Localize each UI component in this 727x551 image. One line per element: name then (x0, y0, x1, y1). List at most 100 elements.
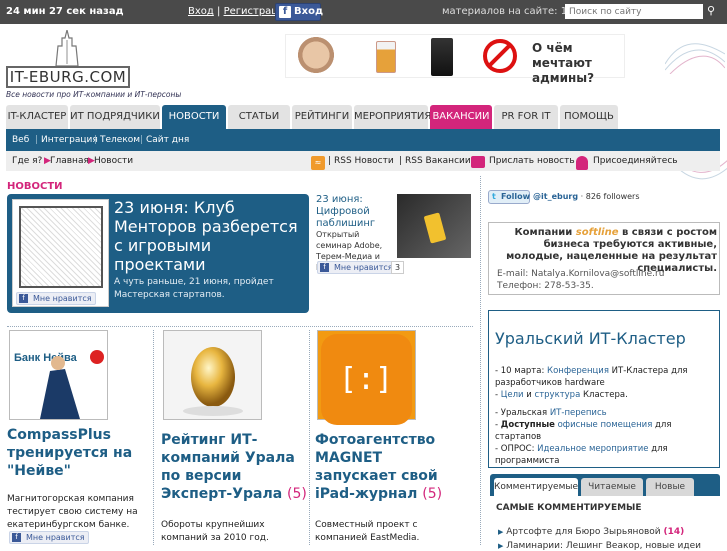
list-item[interactable]: ▶ Артсофте для Бюро Зырьяновой (14) (498, 527, 684, 537)
logo-tagline: Все новости про ИТ-компании и ИТ-персоны (6, 90, 182, 99)
decorative-swirl-icon (665, 43, 725, 74)
news-card-title[interactable]: CompassPlus тренируется на "Нейве" (7, 426, 155, 480)
join-link[interactable]: Присоединяйтесь (593, 156, 678, 166)
census-link[interactable]: ИТ-перепись (550, 408, 607, 418)
breadcrumb-separator: | (328, 156, 332, 166)
news-card-title-text: Фотоагентство MAGNET запускает свой iPad… (315, 432, 438, 502)
news-card-desc: Обороты крупнейших компаний за 2010 год. (161, 520, 269, 543)
breadcrumb-separator: | (399, 156, 403, 166)
search-input[interactable] (565, 4, 703, 19)
featured-news-title[interactable]: 23 июня: Клуб Менторов разберется с игро… (114, 198, 304, 274)
subnav-item-integration[interactable]: Интеграция (41, 135, 98, 145)
tab-events[interactable]: МЕРОПРИЯТИЯ (354, 105, 431, 129)
like-label: Мне нравится (334, 263, 393, 272)
breadcrumb-where: Где я? (12, 156, 43, 166)
subnav-separator: | (94, 135, 98, 145)
list-item-text: Ламинарии: Лешинг Веакор, новые идеи (506, 541, 702, 551)
twitter-handle[interactable]: @it_eburg (533, 192, 578, 201)
logo-name: IT-EBURG.COM (6, 66, 130, 88)
rss-icon[interactable]: ≈ (311, 156, 325, 170)
facebook-login-label: Вход (294, 6, 324, 17)
prohibited-icon (483, 39, 517, 73)
news-card-title-text: CompassPlus тренируется на "Нейве" (7, 427, 133, 479)
magnet-logo-icon: [:] (321, 334, 412, 425)
search-icon[interactable]: ⚲ (707, 4, 721, 19)
ad-banner[interactable]: О чём мечтают админы? (285, 34, 625, 85)
rss-news-link[interactable]: RSS Новости (334, 156, 394, 166)
news-card-desc: Магнитогорская компания тестирует свою с… (7, 494, 138, 530)
login-link[interactable]: Вход (188, 6, 214, 17)
subnav-item-site-of-day[interactable]: Сайт дня (146, 135, 189, 145)
tower-icon (55, 30, 79, 66)
send-news-link[interactable]: Прислать новость (489, 156, 575, 166)
comment-count: (14) (663, 527, 685, 537)
like-count: 3 (391, 261, 405, 274)
facebook-icon: f (12, 533, 21, 542)
list-item: - Цели и структура Кластера. (495, 389, 715, 401)
magnet-logo-text: [:] (339, 362, 393, 397)
list-item: - 10 марта: Конференция ИТ-Кластера для … (495, 365, 715, 389)
news-card-image[interactable] (163, 330, 262, 420)
news-card-image[interactable]: Банк Нейва (9, 330, 108, 420)
structure-link[interactable]: структура (535, 390, 581, 400)
tab-pr-for-it[interactable]: PR FOR IT (494, 105, 558, 129)
list-item: - Доступные офисные помещения для старта… (495, 419, 715, 443)
like-button[interactable]: f Мне нравится (317, 261, 397, 274)
twitter-followers: · 826 followers (580, 192, 640, 201)
list-item-text: - 10 марта: (495, 366, 548, 376)
featured-news[interactable]: f Мне нравится 23 июня: Клуб Менторов ра… (7, 194, 309, 313)
list-item-text: Артсофте для Бюро Зырьяновой (506, 527, 661, 537)
section-title: НОВОСТИ (7, 181, 63, 192)
offices-link[interactable]: офисные помещения (555, 420, 653, 430)
user-icon (576, 156, 588, 170)
subnav-item-web[interactable]: Веб (12, 135, 29, 145)
bank-ad-image: Банк Нейва (10, 331, 107, 419)
news-card-title[interactable]: Фотоагентство MAGNET запускает свой iPad… (315, 431, 463, 503)
subnav-item-telecom[interactable]: Телеком (100, 135, 140, 145)
tab-articles[interactable]: СТАТЬИ (228, 105, 290, 129)
comment-count: (5) (422, 486, 443, 502)
tab-help[interactable]: ПОМОЩЬ (560, 105, 618, 129)
tab-new[interactable]: Новые (646, 478, 694, 496)
list-item[interactable]: ▶ Ламинарии: Лешинг Веакор, новые идеи (498, 541, 701, 551)
news-card-image[interactable]: [:] (317, 330, 416, 425)
tab-it-cluster[interactable]: IT-КЛАСТЕР (6, 105, 68, 129)
news-card-desc: Совместный проект с компанией EastMedia. (315, 520, 420, 543)
softline-ad[interactable]: Компании softline в связи с ростом бизне… (488, 222, 720, 295)
twitter-info: @it_eburg · 826 followers (533, 192, 640, 201)
it-cluster-title[interactable]: Уральский ИТ-Кластер (495, 329, 686, 348)
like-label: Мне нравится (26, 533, 85, 542)
server-image (431, 38, 453, 76)
like-button[interactable]: f Мне нравится (9, 531, 89, 544)
ideal-event-link[interactable]: Идеальное мероприятие (537, 444, 648, 454)
it-cluster-list: - 10 марта: Конференция ИТ-Кластера для … (495, 365, 715, 467)
conference-link[interactable]: Конференция (547, 366, 609, 376)
auth-separator: | (217, 6, 221, 17)
tab-read[interactable]: Читаемые (581, 478, 643, 496)
list-item-text: Кластера. (580, 390, 628, 400)
tab-it-contractors[interactable]: ИТ ПОДРЯДЧИКИ (70, 105, 160, 129)
banner-text-line2: админы? (532, 71, 595, 85)
like-label: Мне нравится (33, 294, 92, 303)
side-news-image[interactable] (397, 194, 471, 258)
softline-email: E-mail: Natalya.Kornilova@softline.ru (497, 269, 665, 279)
rss-jobs-link[interactable]: RSS Вакансии (405, 156, 471, 166)
site-logo[interactable]: IT-EBURG.COM Все новости про ИТ-компании… (6, 30, 181, 100)
tab-commented[interactable]: Комментируемые (494, 478, 578, 496)
facebook-login-button[interactable]: f Вход (275, 3, 324, 21)
main-nav: IT-КЛАСТЕР ИТ ПОДРЯДЧИКИ НОВОСТИ СТАТЬИ … (6, 105, 720, 129)
breadcrumb-home[interactable]: Главная (50, 156, 89, 166)
it-cluster-box: Уральский ИТ-Кластер - 10 марта: Конфере… (488, 310, 720, 468)
featured-news-desc: А чуть раньше, 21 июня, пройдет Мастерск… (114, 277, 274, 300)
like-button[interactable]: f Мне нравится (16, 292, 96, 305)
tab-vacancies[interactable]: ВАКАНСИИ (430, 105, 492, 129)
goals-link[interactable]: Цели (501, 390, 524, 400)
twitter-follow-button[interactable]: Follow (488, 190, 530, 204)
news-card-title[interactable]: Рейтинг ИТ-компаний Урала по версии Эксп… (161, 431, 309, 503)
phone-image (423, 212, 447, 244)
tab-news[interactable]: НОВОСТИ (162, 105, 226, 129)
tab-ratings[interactable]: РЕЙТИНГИ (292, 105, 352, 129)
side-news-title[interactable]: 23 июня: Цифровой паблишинг (316, 194, 396, 230)
softline-brand: softline (575, 227, 619, 238)
sub-nav: Веб | Интеграция | Телеком | Сайт дня (6, 129, 720, 151)
